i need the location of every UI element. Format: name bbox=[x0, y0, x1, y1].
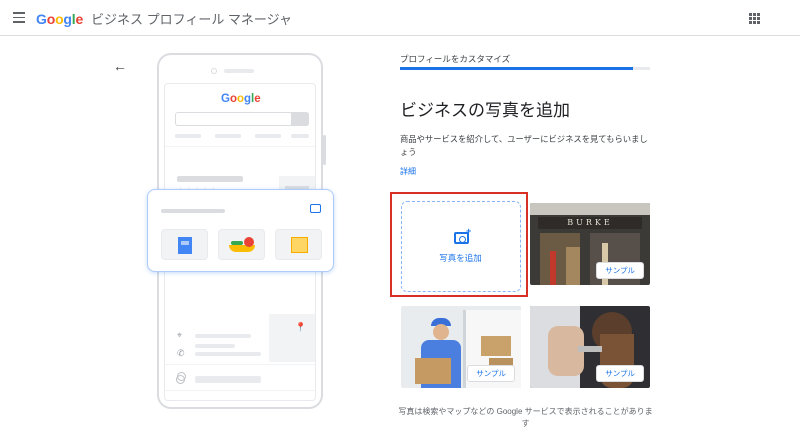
globe-icon bbox=[176, 375, 185, 384]
phone-call-icon: ✆ bbox=[177, 348, 185, 358]
storefront-tile-icon bbox=[161, 229, 208, 260]
sample-photo-delivery: サンプル bbox=[401, 306, 521, 388]
arrow-back-icon[interactable]: ← bbox=[113, 58, 127, 74]
logo-letter: o bbox=[229, 93, 237, 105]
top-app-bar: Google ビジネス プロフィール マネージャ bbox=[0, 0, 800, 36]
details-link[interactable]: 詳細 bbox=[400, 166, 416, 177]
sample-button[interactable]: サンプル bbox=[467, 365, 515, 382]
sample-photo-storefront: BURKE サンプル bbox=[530, 203, 650, 285]
logo-letter: e bbox=[75, 11, 84, 27]
sample-button[interactable]: サンプル bbox=[596, 262, 644, 279]
apps-grid-icon[interactable] bbox=[749, 13, 760, 24]
page-description: 商品やサービスを紹介して、ユーザーにビジネスを見てもらいましょう bbox=[400, 134, 648, 157]
sample-photo-hair-salon: サンプル bbox=[530, 306, 650, 388]
logo-letter: o bbox=[236, 93, 245, 105]
logo-letter: g bbox=[244, 93, 252, 105]
logo-letter: g bbox=[63, 11, 72, 27]
phone-speaker-bar bbox=[224, 69, 254, 73]
logo-letter: G bbox=[221, 93, 230, 105]
product-box-tile-icon bbox=[275, 229, 322, 260]
progress-fill bbox=[400, 67, 633, 70]
mini-search-bar bbox=[175, 112, 309, 126]
logo-letter: G bbox=[36, 11, 47, 27]
add-photo-small-icon bbox=[310, 204, 321, 213]
photos-preview-card bbox=[147, 189, 334, 272]
location-pin-icon: ⌖ bbox=[177, 330, 183, 340]
add-photo-button[interactable]: + 写真を追加 bbox=[401, 201, 521, 292]
progress-bar bbox=[400, 67, 650, 70]
page-title: ビジネスの写真を追加 bbox=[400, 101, 570, 120]
phone-side-button bbox=[323, 135, 326, 165]
mini-google-logo: Google bbox=[221, 93, 261, 105]
add-photo-label: 写真を追加 bbox=[439, 253, 482, 263]
product-name: ビジネス プロフィール マネージャ bbox=[90, 12, 293, 27]
logo-letter: o bbox=[46, 11, 56, 27]
step-label: プロフィールをカスタマイズ bbox=[400, 54, 511, 64]
sample-button[interactable]: サンプル bbox=[596, 365, 644, 382]
phone-camera-dot bbox=[211, 68, 217, 74]
food-tile-icon bbox=[218, 229, 265, 260]
storefront-sign: BURKE bbox=[538, 217, 642, 229]
google-logo: Google bbox=[36, 11, 83, 27]
app-title: Google ビジネス プロフィール マネージャ bbox=[36, 9, 292, 28]
hamburger-menu-icon[interactable] bbox=[13, 12, 25, 23]
logo-letter: e bbox=[254, 93, 261, 105]
footer-note: 写真は検索やマップなどの Google サービスで表示されることがあります bbox=[398, 407, 653, 428]
map-thumbnail-icon: 📍 bbox=[269, 314, 315, 362]
plus-icon: + bbox=[466, 226, 472, 236]
